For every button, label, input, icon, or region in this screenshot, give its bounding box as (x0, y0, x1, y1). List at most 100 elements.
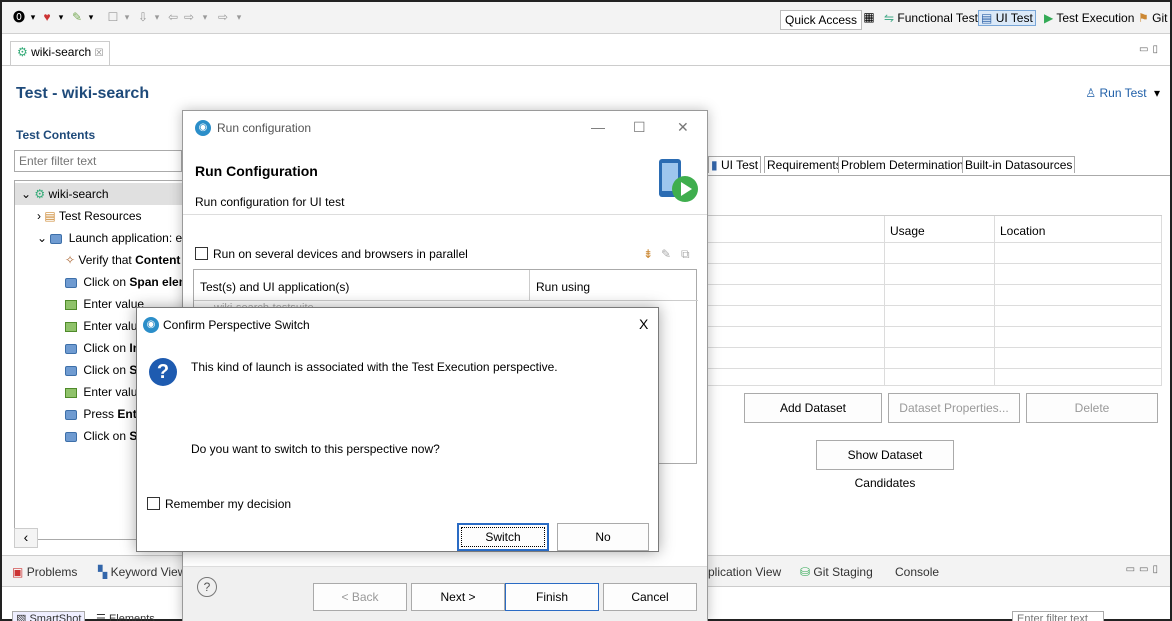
tree-item-click[interactable]: Click on Span eleme (65, 271, 183, 293)
help-icon[interactable]: ? (197, 577, 217, 597)
debug-icon[interactable]: ♥ (40, 10, 54, 24)
delete-button[interactable]: Delete (1026, 393, 1158, 423)
dropdown-icon[interactable]: ▾ (54, 10, 68, 24)
keyboard-step-icon (65, 410, 77, 420)
maximize-icon[interactable]: ☐ (633, 119, 646, 136)
minimize-maximize-icon[interactable]: ▭▭▯ (1126, 564, 1162, 575)
no-button[interactable]: No (557, 523, 649, 551)
checkbox[interactable] (147, 497, 160, 510)
dropdown-icon[interactable]: ▾ (198, 10, 212, 24)
remember-decision-checkbox[interactable]: Remember my decision (147, 497, 291, 511)
chevron-down-icon[interactable]: ⌄ (21, 187, 31, 201)
copy-icon[interactable]: ⧉ (681, 247, 690, 262)
wand-icon[interactable]: ✎ (70, 10, 84, 24)
perspective-functional-test[interactable]: ⇋ Functional Test (884, 11, 978, 25)
dialog-header-subtitle: Run configuration for UI test (195, 195, 345, 209)
checkbox[interactable] (195, 247, 208, 260)
perspective-test-execution[interactable]: ▶ Test Execution (1044, 11, 1134, 25)
tree-item-verify[interactable]: ✧ Verify that Content (65, 249, 180, 271)
app-globe-icon: ◉ (195, 120, 211, 136)
minimize-maximize-icon[interactable]: ▭▯ (1139, 44, 1162, 55)
run-icon[interactable]: ⓿ (12, 10, 26, 24)
tree-item-wiki-search[interactable]: ⌄ ⚙ wiki-search (15, 183, 183, 205)
chevron-down-icon[interactable]: ▾ (1154, 86, 1160, 100)
keyword-icon: ▚ (98, 565, 108, 579)
dropdown-icon[interactable]: ▾ (150, 10, 164, 24)
tree-item-click[interactable]: Click on Sp (65, 425, 145, 447)
tab-git-staging[interactable]: ⛁ Git Staging (800, 565, 873, 579)
tree-item-click[interactable]: Click on In (65, 337, 140, 359)
editor-tab-wiki-search[interactable]: ⚙ wiki-search ☒ (10, 41, 111, 65)
ui-test-icon: ▤ (981, 11, 993, 25)
dropdown-icon[interactable]: ▾ (26, 10, 40, 24)
bottom-filter-input[interactable] (1012, 611, 1104, 621)
tree-item-enter-value[interactable]: Enter value (65, 315, 144, 337)
next-button[interactable]: Next > (411, 583, 505, 611)
tree-item-press[interactable]: Press Ente (65, 403, 143, 425)
tab-built-in-datasources[interactable]: Built-in Datasources (962, 156, 1076, 173)
confirm-perspective-switch-dialog: ◉ Confirm Perspective Switch X ? This ki… (136, 307, 659, 552)
tab-problem-determination[interactable]: Problem Determination (838, 156, 967, 173)
click-step-icon (65, 366, 77, 376)
column-header-tests[interactable]: Test(s) and UI application(s) (200, 280, 349, 294)
test-contents-filter-input[interactable] (14, 150, 182, 172)
click-step-icon (65, 432, 77, 442)
smartshot-icon: ▧ (16, 613, 27, 621)
back-icon[interactable]: ⇦ (166, 10, 180, 24)
run-test-icon: ♙ (1085, 86, 1097, 100)
tab-smartshot[interactable]: ▧ SmartShot (12, 611, 86, 621)
tab-application-view[interactable]: plication View (708, 565, 781, 579)
close-icon[interactable]: X (639, 316, 648, 332)
add-dataset-button[interactable]: Add Dataset (744, 393, 882, 423)
column-header-run-using[interactable]: Run using (536, 280, 590, 294)
tab-elements[interactable]: ☰ Elements (96, 612, 155, 621)
parallel-checkbox[interactable]: Run on several devices and browsers in p… (195, 247, 468, 261)
scroll-left-arrow[interactable]: ‹ (14, 528, 38, 548)
annotation-icon[interactable]: ☐ (106, 10, 120, 24)
dialog-message: This kind of launch is associated with t… (191, 360, 558, 374)
tab-requirements[interactable]: Requirements (764, 156, 845, 173)
dropdown-icon[interactable]: ▾ (120, 10, 134, 24)
show-dataset-candidates-button[interactable]: Show Dataset Candidates (816, 440, 954, 490)
perspective-ui-test[interactable]: ▤ UI Test (978, 10, 1036, 26)
dialog-titlebar[interactable]: ◉ Run configuration — ☐ ✕ (183, 111, 707, 145)
forward-icon[interactable]: ⇨ (182, 10, 196, 24)
perspective-git[interactable]: ⚑ Git (1138, 11, 1167, 25)
close-icon[interactable]: ✕ (677, 119, 689, 136)
tree-item-enter-value[interactable]: Enter value (65, 381, 144, 403)
tab-keyword-view[interactable]: ▚ Keyword View (98, 565, 186, 579)
chevron-down-icon[interactable]: ⌄ (37, 231, 47, 245)
tree-item-click[interactable]: Click on Se (65, 359, 144, 381)
app-globe-icon: ◉ (143, 317, 159, 333)
quick-access-field[interactable]: Quick Access (780, 10, 863, 30)
dropdown-icon[interactable]: ▾ (232, 10, 246, 24)
chevron-right-icon[interactable]: › (37, 209, 41, 223)
back-button[interactable]: < Back (313, 583, 407, 611)
forward-icon[interactable]: ⇨ (216, 10, 230, 24)
switch-button[interactable]: Switch (457, 523, 549, 551)
add-device-icon[interactable]: ⇟ (643, 247, 653, 261)
click-step-icon (65, 344, 77, 354)
column-header-location[interactable]: Location (1000, 224, 1045, 238)
tree-item-test-resources[interactable]: › ▤ Test Resources (37, 205, 142, 227)
editor-tabbar: ⚙ wiki-search ☒ ▭▯ (2, 36, 1170, 66)
tree-item-launch-application[interactable]: ⌄ Launch application: en. (37, 227, 183, 249)
editor-title: Test - wiki-search (16, 85, 150, 102)
functional-test-icon: ⇋ (884, 11, 895, 25)
test-contents-title: Test Contents (16, 128, 96, 142)
dataset-properties-button[interactable]: Dataset Properties... (888, 393, 1020, 423)
tab-problems[interactable]: ▣ Problems (12, 565, 77, 579)
open-perspective-icon[interactable]: ▦ (862, 10, 876, 24)
close-tab-icon[interactable]: ☒ (94, 48, 103, 59)
minimize-icon[interactable]: — (591, 119, 605, 135)
cancel-button[interactable]: Cancel (603, 583, 697, 611)
tree-item-enter-value[interactable]: Enter value (65, 293, 144, 315)
edit-icon[interactable]: ✎ (661, 247, 671, 261)
tab-ui-test[interactable]: ▮ UI Test (708, 156, 762, 173)
run-test-button[interactable]: ♙ Run Test ▾ (1085, 86, 1160, 100)
column-header-usage[interactable]: Usage (890, 224, 925, 238)
finish-button[interactable]: Finish (505, 583, 599, 611)
dropdown-icon[interactable]: ▾ (84, 10, 98, 24)
next-annotation-icon[interactable]: ⇩ (136, 10, 150, 24)
tab-console[interactable]: Console (895, 565, 939, 579)
